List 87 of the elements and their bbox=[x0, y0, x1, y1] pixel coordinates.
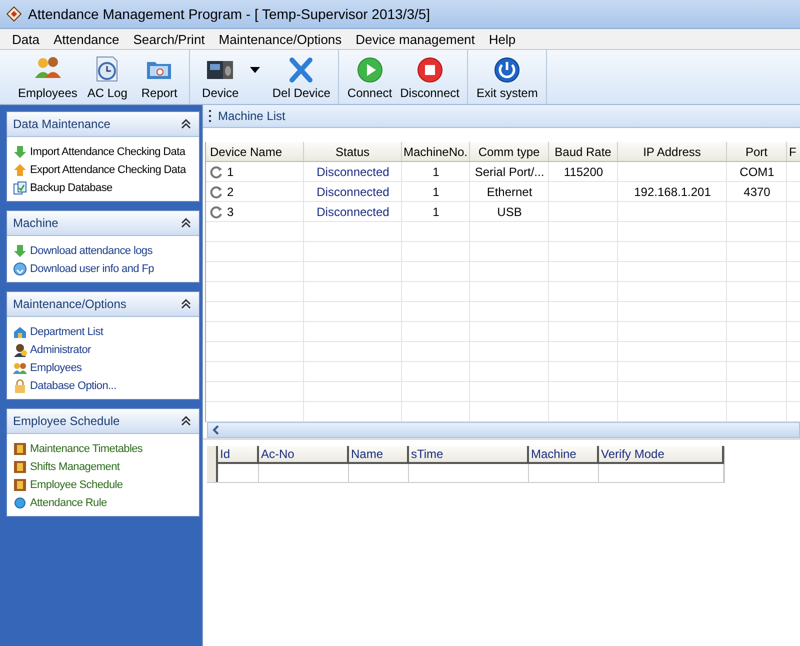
panel-title: Employee Schedule bbox=[13, 414, 120, 428]
horizontal-scrollbar[interactable] bbox=[207, 422, 800, 438]
grip-icon bbox=[209, 110, 212, 122]
person-icon bbox=[13, 343, 27, 357]
up-arrow-icon bbox=[13, 163, 27, 177]
people-icon bbox=[13, 361, 27, 375]
collapse-icon[interactable] bbox=[181, 416, 191, 426]
toolbar-button[interactable]: Disconnect bbox=[396, 54, 464, 100]
caret-icon[interactable] bbox=[250, 67, 260, 73]
column-header[interactable]: Verify Mode bbox=[599, 446, 724, 464]
sidebar-link[interactable]: Department List bbox=[30, 326, 104, 338]
sidebar-link[interactable]: Backup Database bbox=[30, 182, 112, 194]
toolbar-button[interactable]: Device bbox=[194, 54, 246, 100]
table-cell: COM1 bbox=[740, 165, 774, 179]
table-cell: Disconnected bbox=[316, 205, 390, 219]
menu-item[interactable]: Device management bbox=[350, 30, 481, 48]
table-cell: 1 bbox=[432, 185, 440, 199]
documents-icon bbox=[13, 181, 27, 195]
sidebar-link[interactable]: Employees bbox=[30, 362, 82, 374]
collapse-icon[interactable] bbox=[181, 299, 191, 309]
column-header[interactable]: F bbox=[787, 142, 800, 162]
toolbar-button[interactable]: Report bbox=[133, 54, 186, 100]
panel-header[interactable]: Machine bbox=[7, 211, 199, 236]
table-cell: 1 bbox=[432, 205, 440, 219]
column-header[interactable]: Id bbox=[218, 446, 259, 464]
app-logo-icon bbox=[6, 6, 22, 22]
table-cell: 4370 bbox=[744, 185, 770, 199]
menu-item[interactable]: Help bbox=[482, 30, 522, 48]
table-cell: Ethernet bbox=[486, 185, 532, 199]
down-arrow-icon bbox=[13, 244, 27, 258]
table-cell: 1 bbox=[432, 165, 440, 179]
panel-header[interactable]: Employee Schedule bbox=[7, 409, 199, 434]
dot-icon bbox=[13, 496, 27, 510]
toolbar-button[interactable]: Del Device bbox=[268, 54, 334, 100]
menu-item[interactable]: Data bbox=[6, 30, 46, 48]
toolbar-button[interactable]: Employees bbox=[14, 54, 82, 100]
menu-item[interactable]: Maintenance/Options bbox=[212, 30, 348, 48]
table-cell: 115200 bbox=[564, 165, 604, 179]
house-icon bbox=[13, 325, 27, 339]
column-header[interactable]: Name bbox=[349, 446, 409, 464]
table-cell: 3 bbox=[227, 205, 234, 219]
table-cell: Serial Port/... bbox=[474, 165, 544, 179]
sidebar-link[interactable]: Export Attendance Checking Data bbox=[30, 164, 186, 176]
panel-header[interactable]: Maintenance/Options bbox=[7, 292, 199, 317]
table-cell: 1 bbox=[227, 165, 234, 179]
sidebar-link[interactable]: Import Attendance Checking Data bbox=[30, 146, 186, 158]
table-cell: 192.168.1.201 bbox=[634, 185, 711, 199]
column-header[interactable]: Comm type bbox=[470, 142, 549, 162]
refresh-icon bbox=[210, 166, 223, 178]
table-cell: Disconnected bbox=[316, 165, 390, 179]
collapse-icon[interactable] bbox=[181, 119, 191, 129]
column-header[interactable]: Device Name bbox=[206, 142, 304, 162]
panel-header[interactable]: Data Maintenance bbox=[7, 112, 199, 137]
panel-title: Data Maintenance bbox=[13, 117, 110, 131]
lock-icon bbox=[13, 379, 27, 393]
table-cell: USB bbox=[497, 205, 522, 219]
table-cell: 2 bbox=[227, 185, 234, 199]
sidebar-link[interactable]: Administrator bbox=[30, 344, 91, 356]
sidebar-link[interactable]: Shifts Management bbox=[30, 461, 120, 473]
column-header[interactable]: sTime bbox=[409, 446, 529, 464]
menu-item[interactable]: Search/Print bbox=[127, 30, 211, 48]
refresh-icon bbox=[210, 186, 223, 198]
sidebar-link[interactable]: Employee Schedule bbox=[30, 479, 123, 491]
collapse-icon[interactable] bbox=[181, 218, 191, 228]
column-header[interactable]: MachineNo. bbox=[402, 142, 470, 162]
column-header[interactable]: Ac-No bbox=[259, 446, 349, 464]
panel-title: Maintenance/Options bbox=[13, 297, 126, 311]
window-title: Attendance Management Program - [ Temp-Supervisor 2013/3/5] bbox=[28, 6, 430, 22]
table-cell: Disconnected bbox=[316, 185, 390, 199]
sidebar-link[interactable]: Maintenance Timetables bbox=[30, 443, 143, 455]
sidebar-link[interactable]: Download user info and Fp bbox=[30, 263, 154, 275]
column-header[interactable]: IP Address bbox=[618, 142, 727, 162]
menu-item[interactable]: Attendance bbox=[47, 30, 126, 48]
down-arrow-icon bbox=[13, 145, 27, 159]
sidebar-link[interactable]: Database Option... bbox=[30, 380, 116, 392]
column-header[interactable]: Baud Rate bbox=[549, 142, 618, 162]
column-header[interactable]: Port bbox=[727, 142, 787, 162]
column-header[interactable]: Machine bbox=[529, 446, 599, 464]
sidebar-link[interactable]: Download attendance logs bbox=[30, 245, 152, 257]
toolbar-button[interactable]: Exit system bbox=[472, 54, 542, 100]
section-title: Machine List bbox=[218, 109, 286, 123]
sidebar-link[interactable]: Attendance Rule bbox=[30, 497, 107, 509]
refresh-icon bbox=[210, 206, 223, 218]
panel-title: Machine bbox=[13, 216, 58, 230]
toolbar-button[interactable]: AC Log bbox=[81, 54, 134, 100]
column-header[interactable]: Status bbox=[304, 142, 402, 162]
toolbar-button[interactable]: Connect bbox=[343, 54, 396, 100]
